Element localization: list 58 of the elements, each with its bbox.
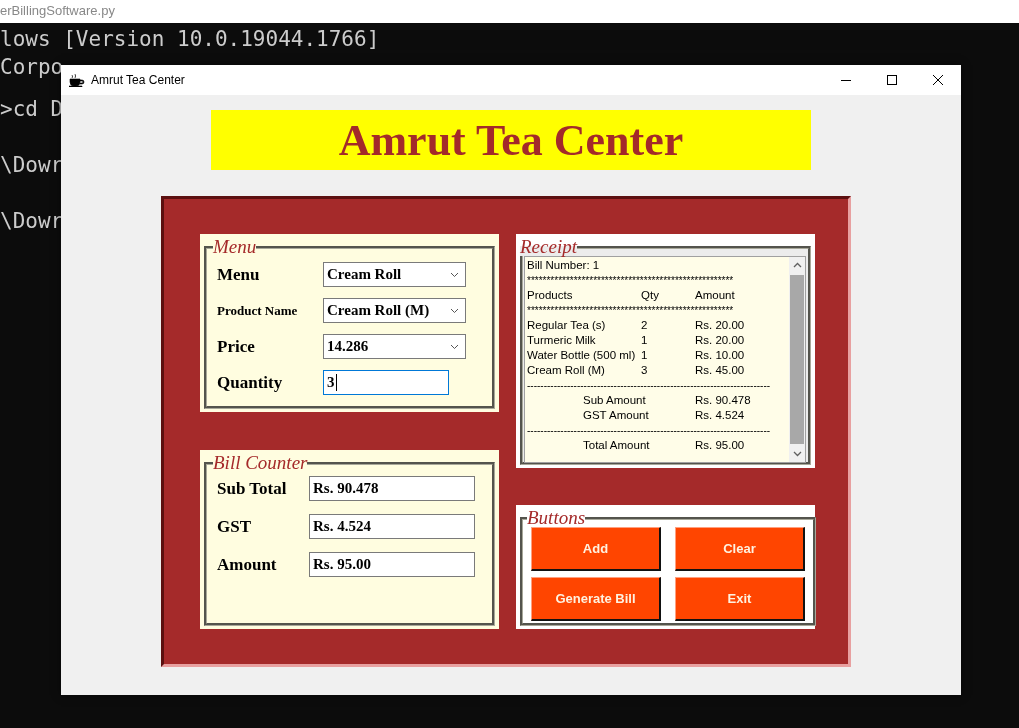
value-field: Rs. 90.478 [309, 476, 475, 501]
separator-line: ------------------------------------------------------------------------- [527, 425, 771, 436]
close-icon [932, 74, 944, 86]
receipt-cell-text: 2 [641, 318, 649, 333]
terminal-line: \Dowr [0, 152, 64, 179]
receipt-cell: Rs. 90.478 [695, 393, 751, 408]
panel-title: Menu [213, 238, 257, 256]
value-field: Rs. 95.00 [309, 552, 475, 577]
field-label: Price [217, 336, 256, 357]
field-label: Amount [217, 554, 278, 575]
separator-line: ------------------------------------------------------------------------- [527, 380, 771, 391]
panel-title: Bill Counter [213, 454, 308, 472]
dropdown[interactable]: 14.286 [323, 334, 466, 359]
receipt-cell-text: Regular Tea (s) [527, 318, 607, 333]
receipt-cell-text: 1 [641, 348, 649, 363]
receipt-cell: Rs. 95.00 [695, 438, 745, 453]
receipt-cell-text: Products [527, 288, 574, 303]
value-field: Rs. 4.524 [309, 514, 475, 539]
receipt-cell-text: GST Amount [583, 408, 650, 423]
receipt-cell: Rs. 20.00 [695, 318, 745, 333]
receipt-cell: Rs. 45.00 [695, 363, 745, 378]
receipt-cell-text: Total Amount [583, 438, 651, 453]
receipt-cell: Rs. 20.00 [695, 333, 745, 348]
maximize-icon [886, 74, 898, 86]
receipt-cell-text: Turmeric Milk [527, 333, 597, 348]
quantity-field[interactable]: 3 [323, 370, 449, 395]
dropdown[interactable]: Cream Roll (M) [323, 298, 466, 323]
separator-line: ***************************************************** [527, 305, 734, 316]
chevron-down-icon [450, 271, 459, 278]
dropdown[interactable]: Cream Roll [323, 262, 466, 287]
window-title: Amrut Tea Center [91, 73, 185, 87]
terminal-line: Corpo [0, 54, 64, 81]
file-title: erBillingSoftware.py [0, 2, 115, 20]
receipt-cell: Rs. 10.00 [695, 348, 745, 363]
separator-line: ***************************************************** [527, 275, 734, 286]
receipt-cell: Rs. 4.524 [695, 408, 745, 423]
receipt-cell-text: Water Bottle (500 ml) [527, 348, 637, 363]
receipt-cell-text: 3 [641, 363, 649, 378]
scrollbar[interactable] [789, 257, 805, 462]
field-label: GST [217, 516, 253, 537]
field-label: Sub Total [217, 478, 288, 499]
chevron-down-icon [450, 307, 459, 314]
panel-title: Receipt [520, 238, 577, 256]
receipt-cell-text: 1 [641, 333, 649, 348]
receipt-cell-text: Qty [641, 288, 660, 303]
terminal-line: lows [Version 10.0.19044.1766] [0, 26, 380, 53]
bill-number: Bill Number: 1 [527, 258, 600, 273]
terminal-line: \Dowr [0, 208, 64, 235]
panel-title: Buttons [527, 509, 586, 527]
chevron-down-icon [450, 343, 459, 350]
receipt-cell-text: Cream Roll (M) [527, 363, 606, 378]
receipt-cell-text: Sub Amount [583, 393, 647, 408]
receipt-cell: Amount [695, 288, 735, 303]
field-label: Quantity [217, 372, 284, 393]
app-banner: Amrut Tea Center [211, 110, 811, 170]
field-label: Menu [217, 264, 261, 285]
teacup-icon [69, 73, 85, 87]
field-label: Product Name [217, 302, 299, 319]
